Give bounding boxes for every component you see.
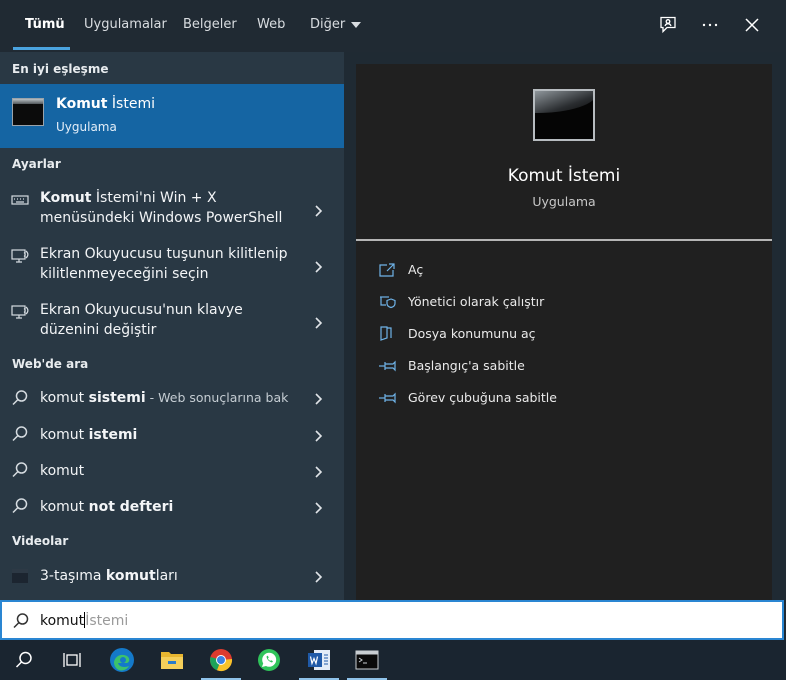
web-result-text: komut (40, 463, 85, 479)
active-tab-indicator (13, 47, 70, 50)
action-pin-to-taskbar[interactable]: Görev çubuğuna sabitle (378, 388, 738, 410)
search-icon (11, 611, 31, 631)
chevron-right-icon (312, 391, 324, 405)
settings-item-line2: menüsündeki Windows PowerShell (40, 210, 283, 226)
search-icon (10, 424, 30, 444)
web-result-text: komut sistemi - Web sonuçlarına bak (40, 390, 289, 406)
feedback-icon[interactable] (657, 14, 679, 36)
settings-item-powershell-menu[interactable]: Komut İstemi'ni Win + X menüsündeki Wind… (0, 182, 344, 238)
command-prompt-icon (533, 89, 595, 141)
search-typed-text: komut (40, 613, 85, 629)
video-result-text: 3-taşıma komutları (40, 568, 178, 584)
shield-icon (378, 294, 396, 310)
results-panel: En iyi eşleşme Komut İstemi Uygulama Aya… (0, 52, 344, 600)
settings-item-line2: kilitlenmeyeceğini seçin (40, 266, 209, 282)
action-label: Görev çubuğuna sabitle (408, 390, 557, 405)
search-icon (10, 496, 30, 516)
preview-title: Komut İstemi (507, 166, 621, 186)
close-icon[interactable] (741, 14, 763, 36)
preview-subtitle: Uygulama (532, 194, 596, 209)
search-box[interactable]: komutİstemi (0, 600, 784, 640)
preview-panel: Komut İstemi Uygulama Aç Yönetici olarak… (356, 64, 772, 600)
action-label: Yönetici olarak çalıştır (408, 294, 545, 309)
best-match-type: Uygulama (56, 120, 117, 134)
action-label: Dosya konumunu aç (408, 326, 536, 341)
search-input[interactable]: komutİstemi (40, 612, 128, 629)
chevron-right-icon (312, 203, 324, 217)
web-result-item[interactable]: komut not defteri (0, 488, 344, 524)
chevron-right-icon (312, 500, 324, 514)
tab-documents[interactable]: Belgeler (183, 17, 237, 32)
best-match-name: Komut İstemi (56, 96, 155, 112)
action-label: Aç (408, 262, 424, 277)
taskbar (0, 640, 786, 680)
action-run-as-admin[interactable]: Yönetici olarak çalıştır (378, 292, 738, 314)
keyboard-icon (10, 190, 30, 210)
settings-item-narrator-keyboard[interactable]: Ekran Okuyucusu'nun klavye düzenini deği… (0, 294, 344, 350)
search-icon[interactable] (0, 640, 48, 680)
video-result-item[interactable]: 3-taşıma komutları (0, 558, 344, 592)
search-suggestion: İstemi (85, 613, 129, 629)
chevron-right-icon (312, 315, 324, 329)
preview-divider (356, 239, 772, 241)
chevron-right-icon (312, 259, 324, 273)
whatsapp-icon[interactable] (245, 640, 293, 680)
chevron-right-icon (312, 569, 324, 583)
file-explorer-icon[interactable] (148, 640, 196, 680)
command-prompt-icon (12, 98, 44, 126)
action-label: Başlangıç'a sabitle (408, 358, 525, 373)
tab-all[interactable]: Tümü (25, 17, 65, 32)
search-icon (10, 460, 30, 480)
web-result-item[interactable]: komut (0, 452, 344, 488)
chevron-down-icon (351, 21, 362, 28)
web-result-text: komut istemi (40, 427, 138, 443)
narrator-icon (10, 246, 30, 266)
web-result-item[interactable]: komut istemi (0, 416, 344, 452)
web-result-text: komut not defteri (40, 499, 174, 515)
pin-icon (378, 390, 396, 406)
settings-item-line2: düzenini değiştir (40, 322, 157, 338)
action-pin-to-start[interactable]: Başlangıç'a sabitle (378, 356, 738, 378)
file-location-icon (378, 326, 396, 342)
best-match-heading: En iyi eşleşme (12, 62, 109, 76)
settings-heading: Ayarlar (12, 157, 61, 171)
search-icon (10, 388, 30, 408)
web-result-item[interactable]: komut sistemi - Web sonuçlarına bak (0, 380, 344, 416)
settings-item-line1: Komut İstemi'ni Win + X (40, 190, 217, 206)
tab-web[interactable]: Web (257, 17, 285, 32)
action-open-file-location[interactable]: Dosya konumunu aç (378, 324, 738, 346)
more-options-icon[interactable] (699, 14, 721, 36)
command-prompt-icon[interactable] (343, 640, 391, 680)
tab-apps[interactable]: Uygulamalar (84, 17, 167, 32)
narrator-icon (10, 302, 30, 322)
chevron-right-icon (312, 428, 324, 442)
settings-item-line1: Ekran Okuyucusu'nun klavye (40, 302, 243, 318)
chevron-right-icon (312, 464, 324, 478)
edge-icon[interactable] (98, 640, 146, 680)
action-open[interactable]: Aç (378, 260, 738, 282)
tab-more[interactable]: Diğer (310, 17, 362, 32)
video-thumbnail-icon (10, 566, 30, 586)
web-search-heading: Web'de ara (12, 357, 89, 371)
open-icon (378, 262, 396, 278)
pin-icon (378, 358, 396, 374)
search-header: Tümü Uygulamalar Belgeler Web Diğer (0, 0, 786, 52)
tab-more-label: Diğer (310, 17, 346, 32)
videos-heading: Videolar (12, 534, 69, 548)
best-match-item[interactable]: Komut İstemi Uygulama (0, 84, 344, 148)
settings-item-line1: Ekran Okuyucusu tuşunun kilitlenip (40, 246, 288, 262)
settings-item-narrator-lock[interactable]: Ekran Okuyucusu tuşunun kilitlenip kilit… (0, 238, 344, 294)
task-view-icon[interactable] (48, 640, 96, 680)
word-icon[interactable] (295, 640, 343, 680)
chrome-icon[interactable] (197, 640, 245, 680)
